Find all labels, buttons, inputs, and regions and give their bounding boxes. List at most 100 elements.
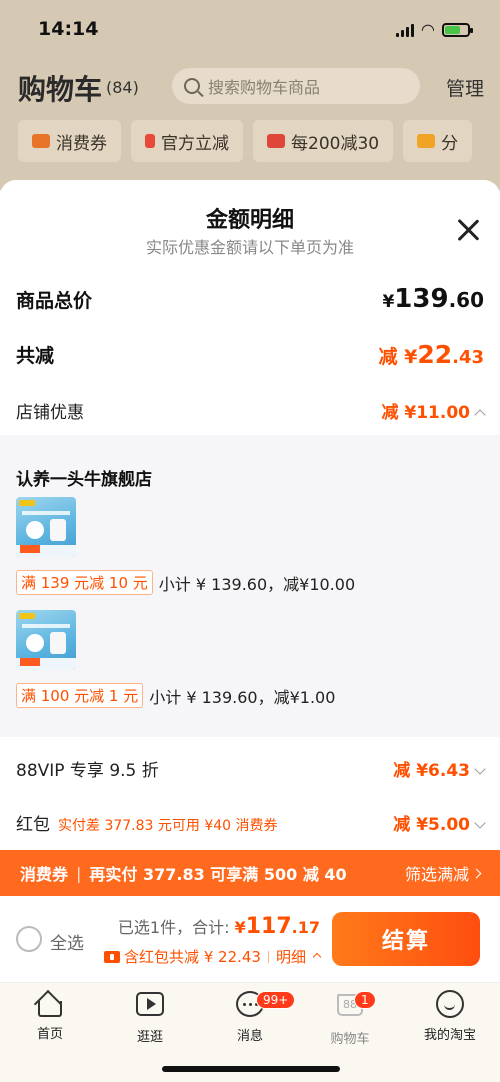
coupon-icon	[32, 134, 50, 148]
search-icon	[184, 78, 200, 94]
chip-per-200[interactable]: 每200减30	[253, 120, 394, 162]
total-reduce-label: 共减	[16, 345, 55, 367]
chip-coupon[interactable]: 消费券	[18, 120, 121, 162]
vip-discount-value: 减 ¥6.43	[393, 761, 470, 781]
chip-label: 每200减30	[291, 133, 380, 154]
tab-browse[interactable]: 逛逛	[100, 989, 200, 1045]
redpacket-note: 实付差 377.83 元可用 ¥40 消费券	[58, 818, 278, 834]
redpacket-row[interactable]: 红包 实付差 377.83 元可用 ¥40 消费券 减 ¥5.00	[16, 810, 486, 835]
tab-label: 逛逛	[136, 1030, 163, 1045]
lightning-icon	[145, 134, 155, 148]
checkout-total: ¥117.17	[234, 914, 320, 939]
coupon-banner[interactable]: 消费券 | 再实付 377.83 可享满 500 减 40 筛选满减	[0, 850, 500, 896]
filter-label: 筛选满减	[404, 865, 469, 884]
tab-cart[interactable]: 88 1 购物车	[300, 989, 400, 1047]
tab-label: 我的淘宝	[423, 1028, 476, 1043]
total-dec: .17	[291, 918, 320, 937]
shop-discount-detail: 认养一头牛旗舰店 满 139 元减 10 元 小计 ¥ 139.60，减¥10.…	[0, 435, 500, 737]
shop-discount-value-wrap: 减 ¥11.00	[381, 398, 486, 423]
detail-text: 含红包共减 ¥ 22.43	[123, 948, 261, 966]
reduce-prefix: 减 ¥	[378, 346, 418, 368]
cart-count: (84)	[106, 78, 139, 97]
total-reduce-value: 减 ¥22.43	[378, 340, 484, 369]
manage-button[interactable]: 管理	[446, 74, 484, 101]
total-int: 139	[394, 284, 449, 314]
shop-icon	[267, 134, 285, 148]
vip-discount-value-wrap: 减 ¥6.43	[393, 756, 486, 781]
promo-tag: 满 139 元减 10 元	[16, 570, 153, 595]
total-price-value: ¥139.60	[382, 284, 484, 314]
filter-discount-link[interactable]: 筛选满减	[404, 861, 482, 885]
banner-text: 再实付 377.83 可享满 500 减 40	[89, 865, 347, 884]
search-placeholder: 搜索购物车商品	[208, 78, 321, 97]
chevron-down-icon	[474, 763, 486, 775]
shop-discount-row[interactable]: 店铺优惠 减 ¥11.00	[16, 398, 486, 423]
ticket-icon	[103, 950, 120, 963]
divider	[267, 950, 269, 963]
shop-discount-value: 减 ¥11.00	[381, 403, 470, 423]
discount-detail-line[interactable]: 含红包共减 ¥ 22.43 明细	[103, 946, 322, 967]
banner-tag: 消费券	[20, 865, 69, 884]
sheet-subtitle: 实际优惠金额请以下单页为准	[145, 238, 354, 257]
shop-discount-label: 店铺优惠	[16, 403, 84, 423]
currency: ¥	[382, 292, 395, 312]
product-thumbnail[interactable]	[16, 610, 76, 670]
redpacket-value-wrap: 减 ¥5.00	[393, 810, 486, 835]
select-all-checkbox[interactable]	[16, 926, 42, 952]
close-icon[interactable]	[456, 218, 480, 242]
tab-messages[interactable]: 99+ 消息	[200, 989, 300, 1044]
chevron-up-icon	[312, 952, 322, 961]
amount-detail-sheet: 金额明细 实际优惠金额请以下单页为准 商品总价 ¥139.60 共减 减 ¥22…	[0, 180, 500, 850]
total-dec: .60	[448, 288, 484, 312]
promo-row-1: 满 139 元减 10 元 小计 ¥ 139.60，减¥10.00	[16, 570, 355, 595]
chip-official-discount[interactable]: 官方立减	[131, 120, 243, 162]
tab-home[interactable]: 首页	[0, 989, 100, 1042]
background-page: 14:14 ◠ 购物车 (84) 搜索购物车商品 管理 消费券 官方立减 每20…	[0, 0, 500, 190]
cart-badge: 1	[354, 991, 376, 1009]
filter-chips: 消费券 官方立减 每200减30 分	[18, 120, 473, 162]
shop-name: 认养一头牛旗舰店	[16, 470, 152, 490]
total-price-label: 商品总价	[16, 289, 93, 312]
status-icons: ◠	[395, 20, 473, 39]
cart-search-input[interactable]: 搜索购物车商品	[172, 68, 420, 104]
sheet-title: 金额明细	[205, 208, 294, 233]
product-thumbnail[interactable]	[16, 497, 76, 557]
chevron-up-icon	[474, 409, 486, 421]
chip-label: 消费券	[56, 133, 107, 154]
vip-discount-row[interactable]: 88VIP 专享 9.5 折 减 ¥6.43	[16, 756, 486, 781]
detail-link[interactable]: 明细	[276, 946, 306, 967]
chip-label: 分	[441, 133, 459, 154]
promo-detail: 小计 ¥ 139.60，减¥1.00	[149, 687, 336, 707]
reduce-int: 22	[417, 340, 453, 369]
reduce-dec: .43	[452, 347, 484, 368]
status-time: 14:14	[38, 18, 99, 40]
wifi-icon: ◠	[421, 20, 434, 39]
bottom-tab-bar: 首页 逛逛 99+ 消息 88 1 购物车 我的淘宝	[0, 982, 500, 1082]
battery-icon	[442, 22, 473, 37]
redpacket-label-wrap: 红包 实付差 377.83 元可用 ¥40 消费券	[16, 810, 278, 835]
banner-divider: |	[76, 863, 82, 883]
tab-label: 消息	[236, 1029, 263, 1044]
promo-detail: 小计 ¥ 139.60，减¥10.00	[158, 574, 356, 594]
home-icon	[33, 989, 65, 1019]
total-price-row: 商品总价 ¥139.60	[16, 284, 484, 314]
checkout-bar: 全选 已选1件，合计: ¥117.17 含红包共减 ¥ 22.43 明细 结算	[0, 896, 500, 982]
checkout-button[interactable]: 结算	[332, 912, 480, 966]
selected-summary: 已选1件，合计: ¥117.17	[118, 914, 320, 939]
total-int: 117	[245, 914, 292, 939]
tab-my-taobao[interactable]: 我的淘宝	[400, 989, 500, 1043]
cart-title: 购物车	[18, 73, 103, 106]
chip-category[interactable]: 分	[403, 120, 473, 162]
tab-label: 首页	[36, 1027, 63, 1042]
signal-icon	[395, 23, 414, 37]
selected-text: 已选1件，合计:	[117, 918, 235, 937]
vip-discount-label: 88VIP 专享 9.5 折	[16, 761, 159, 781]
message-badge: 99+	[256, 991, 296, 1009]
tab-label: 购物车	[330, 1032, 370, 1047]
select-all-label[interactable]: 全选	[50, 929, 84, 954]
total-reduce-row: 共减 减 ¥22.43	[16, 340, 484, 369]
currency: ¥	[234, 918, 246, 937]
promo-row-2: 满 100 元减 1 元 小计 ¥ 139.60，减¥1.00	[16, 683, 335, 708]
redpacket-label: 红包	[16, 815, 50, 835]
home-indicator	[162, 1066, 340, 1072]
